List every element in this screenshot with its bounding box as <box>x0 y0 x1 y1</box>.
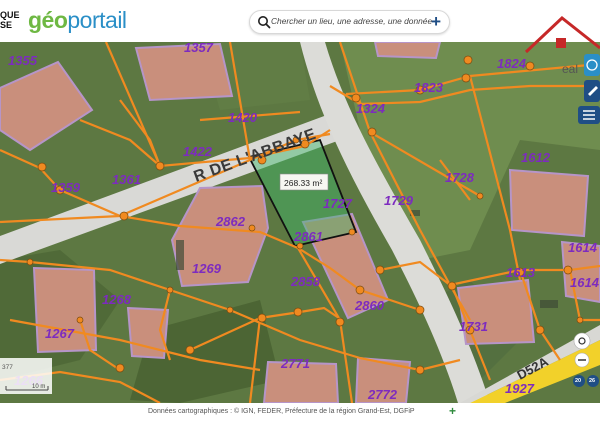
parcel-label[interactable]: 1731 <box>459 319 488 334</box>
search-bar[interactable]: Chercher un lieu, une adresse, une donné… <box>249 10 450 34</box>
selected-parcel-label[interactable]: 2861 <box>293 229 323 244</box>
scale-label: 10 m <box>32 384 45 390</box>
parcel-label[interactable]: 1361 <box>112 172 141 187</box>
top-bar: QUE SE géoportail Chercher un lieu, une … <box>0 0 600 42</box>
parcel-label[interactable]: 1729 <box>384 193 414 208</box>
map-view[interactable]: R DE L'ABBAYE D52A 1357 1355 1420 1422 1… <box>0 42 600 403</box>
parcel-label[interactable]: 1359 <box>51 180 81 195</box>
parcel-label[interactable]: 1420 <box>228 110 258 125</box>
parcel-label[interactable]: 1613 <box>506 265 536 280</box>
parcel-label[interactable]: 1823 <box>414 80 444 95</box>
logo-geo-text: géo <box>28 7 68 33</box>
tools-panel-graphic <box>524 16 600 124</box>
advanced-search-button[interactable]: + <box>431 12 441 32</box>
search-input[interactable]: Chercher un lieu, une adresse, une donné… <box>271 16 432 26</box>
parcel-label[interactable]: 2858 <box>290 274 321 289</box>
map-controls-graphic <box>573 332 599 387</box>
parcel-label[interactable]: 1324 <box>356 101 386 116</box>
republic-mark: QUE SE <box>0 10 20 30</box>
parcel-label[interactable]: 1728 <box>445 170 475 185</box>
parcel-label[interactable]: 1355 <box>8 53 38 68</box>
parcel-label[interactable]: 1422 <box>183 144 213 159</box>
locate-button[interactable] <box>573 332 591 350</box>
parcel-label[interactable]: 1357 <box>184 42 214 55</box>
parcel-label[interactable]: 2771 <box>280 356 310 371</box>
parcel-label[interactable]: 1612 <box>521 150 551 165</box>
coordinate-readout: 377 <box>2 364 13 371</box>
area-measurement: 268.33 m² <box>284 178 322 188</box>
parcel-label[interactable]: 1927 <box>505 381 535 396</box>
map-controls: 20 26 <box>568 332 600 404</box>
parcel-label[interactable]: 2772 <box>367 387 398 402</box>
zoom-level-text: 20 <box>575 378 582 384</box>
parcel-label[interactable]: 1614 <box>568 240 598 255</box>
parcel-label[interactable]: 1267 <box>45 326 75 341</box>
attribution-text: Données cartographiques : © IGN, FEDER, … <box>148 408 415 415</box>
republic-line-1: QUE <box>0 10 20 20</box>
logo-portail-text: portail <box>67 7 127 33</box>
parcel-label[interactable]: 1614 <box>570 275 600 290</box>
parcel-label[interactable]: 1269 <box>192 261 222 276</box>
parcel-label[interactable]: 1268 <box>102 292 132 307</box>
search-icon <box>258 16 271 29</box>
overlay-text: eal <box>562 62 579 76</box>
republic-line-2: SE <box>0 20 13 30</box>
parcel-label[interactable]: 2862 <box>215 214 246 229</box>
attribution-bar: Données cartographiques : © IGN, FEDER, … <box>0 403 600 423</box>
zoom-level-text-2: 26 <box>589 378 596 384</box>
parcel-label[interactable]: 1727 <box>323 196 353 211</box>
right-toolbar: eal <box>522 14 600 124</box>
attribution-more-button[interactable]: + <box>449 404 456 418</box>
parcel-label[interactable]: 2860 <box>354 298 385 313</box>
aerial-map[interactable]: R DE L'ABBAYE D52A 1357 1355 1420 1422 1… <box>0 42 600 403</box>
geoportail-logo[interactable]: géoportail <box>28 6 127 34</box>
